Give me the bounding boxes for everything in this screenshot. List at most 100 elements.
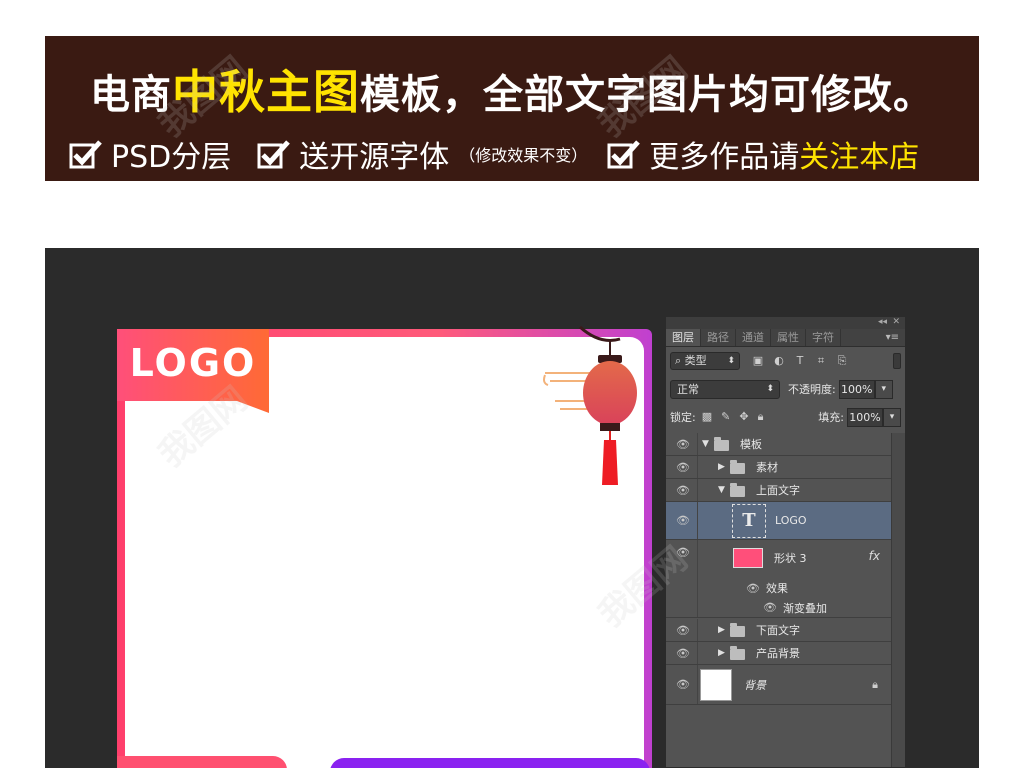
fill-input[interactable]: 100% [847,407,883,427]
eye-icon[interactable]: 👁︎ [676,624,690,637]
title-prefix: 电商 [90,72,172,118]
layer-effects-header[interactable]: 👁︎ 效果 [666,578,892,598]
title-highlight: 中秋主图 [172,65,360,119]
disclosure-triangle-icon[interactable]: ▶ [718,625,725,635]
logo-ribbon: LOGO [117,329,269,413]
fill-label: 填充: [818,411,844,424]
eye-icon[interactable]: 👁︎ [676,514,690,527]
layers-panel: ◂◂ ✕ 图层 路径 通道 属性 字符 ▾≡ ⌕ 类型 ⬍ ▣ ◐ T ⌗ ⎘ [665,316,906,768]
close-icon[interactable]: ✕ [892,317,900,327]
stage: 电商中秋主图模板，全部文字图片均可修改。 PSD分层 送开源字体 （修改效果不变… [0,0,1024,768]
layer-name: LOGO [775,514,807,527]
folder-icon [730,646,745,660]
collapse-icon[interactable]: ◂◂ [878,317,887,327]
search-icon: ⌕ [675,354,685,367]
checkbox-checked-icon [257,139,291,169]
smart-filter-icon[interactable]: ⎘ [836,354,848,368]
layer-group-product-bg[interactable]: 👁︎ ▶ 产品背景 [666,642,892,665]
lock-icons: ▩ ✎ ✥ 🔒︎ [702,410,764,424]
panel-tabs: 图层 路径 通道 属性 字符 ▾≡ [666,329,905,347]
eye-icon[interactable]: 👁︎ [676,438,690,451]
image-filter-icon[interactable]: ▣ [752,354,764,368]
shape-filter-icon[interactable]: ⌗ [815,354,827,368]
eye-icon[interactable]: 👁︎ [746,582,760,595]
text-layer-icon: T [732,504,766,538]
layer-effect-gradient-overlay[interactable]: 👁︎ 渐变叠加 [666,598,892,618]
layer-shape-3[interactable]: 👁︎ 形状 3 fx [666,540,892,578]
blend-mode-select[interactable]: 正常 ⬍ [670,379,780,399]
layer-group-materials[interactable]: 👁︎ ▶ 素材 [666,456,892,479]
layer-group-top-text[interactable]: 👁︎ ▼ 上面文字 [666,479,892,502]
lantern-decoration [540,325,660,495]
fill-dropdown-icon[interactable]: ▾ [883,407,901,427]
layers-list: 👁︎ ▼ 模板 👁︎ ▶ 素材 👁︎ ▼ 上面文字 👁︎ T LOGO 👁︎ 形… [666,433,892,767]
folder-icon [730,483,745,497]
filter-row: ⌕ 类型 ⬍ ▣ ◐ T ⌗ ⎘ [666,347,905,375]
tab-character[interactable]: 字符 [806,329,841,346]
eye-icon[interactable]: 👁︎ [676,461,690,474]
filter-label: 类型 [684,354,707,367]
folder-icon [730,623,745,637]
eye-icon[interactable]: 👁︎ [676,678,690,691]
disclosure-triangle-icon[interactable]: ▼ [702,439,709,449]
feature-psd: PSD分层 [111,140,232,175]
background-thumbnail [700,669,732,701]
disclosure-triangle-icon[interactable]: ▼ [718,485,725,495]
fx-icon[interactable]: fx [869,549,880,563]
opacity-dropdown-icon[interactable]: ▾ [874,379,893,399]
checkbox-checked-icon [69,139,103,169]
text-filter-icon[interactable]: T [794,354,806,368]
tab-paths[interactable]: 路径 [701,329,736,346]
layers-scrollbar[interactable] [891,433,905,767]
checkbox-checked-icon [607,139,641,169]
panel-menu-icon[interactable]: ▾≡ [880,329,905,346]
layer-filter-select[interactable]: ⌕ 类型 ⬍ [670,352,740,370]
title-suffix: 模板，全部文字图片均可修改。 [360,72,934,118]
tab-properties[interactable]: 属性 [771,329,806,346]
layer-name: 模板 [740,438,762,451]
layer-name: 产品背景 [756,647,800,660]
layer-name: 上面文字 [756,484,800,497]
folder-icon [730,460,745,474]
folder-icon [714,437,729,451]
lock-position-icon[interactable]: ✥ [739,410,748,424]
lock-image-icon[interactable]: ✎ [721,410,730,424]
layer-name: 下面文字 [756,624,800,637]
layer-name: 渐变叠加 [783,601,827,615]
bottom-left-bar [117,756,287,768]
feature-font: 送开源字体 [299,140,450,175]
tab-layers[interactable]: 图层 [666,329,701,346]
chevron-updown-icon: ⬍ [766,383,774,394]
layer-name: 背景 [744,678,766,692]
shape-thumbnail [733,548,763,568]
lock-transparent-icon[interactable]: ▩ [702,410,712,424]
eye-icon[interactable]: 👁︎ [676,546,690,559]
layer-group-bottom-text[interactable]: 👁︎ ▶ 下面文字 [666,619,892,642]
eye-icon[interactable]: 👁︎ [763,601,777,614]
feature-more-highlight: 关注本店 [799,140,920,175]
layer-text-logo[interactable]: 👁︎ T LOGO [666,502,892,540]
opacity-input[interactable]: 100% [838,379,875,399]
bottom-right-bar [330,758,650,768]
banner-title: 电商中秋主图模板，全部文字图片均可修改。 [45,56,979,122]
lock-row: 锁定: ▩ ✎ ✥ 🔒︎ 填充: 100% ▾ [666,403,905,431]
disclosure-triangle-icon[interactable]: ▶ [718,648,725,658]
layer-name: 效果 [766,582,788,595]
tab-channels[interactable]: 通道 [736,329,771,346]
filter-icons: ▣ ◐ T ⌗ ⎘ [752,354,848,368]
blend-mode-value: 正常 [677,382,699,396]
lock-all-icon[interactable]: 🔒︎ [758,410,764,424]
layer-background[interactable]: 👁︎ 背景 🔒︎ [666,665,892,705]
filter-toggle[interactable] [893,353,901,369]
layer-group-template[interactable]: 👁︎ ▼ 模板 [666,433,892,456]
disclosure-triangle-icon[interactable]: ▶ [718,462,725,472]
eye-icon[interactable]: 👁︎ [676,484,690,497]
chevron-updown-icon: ⬍ [727,356,735,366]
feature-more-prefix: 更多作品请 [649,140,800,175]
layer-name: 素材 [756,461,778,474]
eye-icon[interactable]: 👁︎ [676,647,690,660]
adjust-filter-icon[interactable]: ◐ [773,354,785,368]
lock-icon: 🔒︎ [872,677,878,691]
opacity-label: 不透明度: [788,383,836,396]
panel-titlebar: ◂◂ ✕ [666,317,905,329]
